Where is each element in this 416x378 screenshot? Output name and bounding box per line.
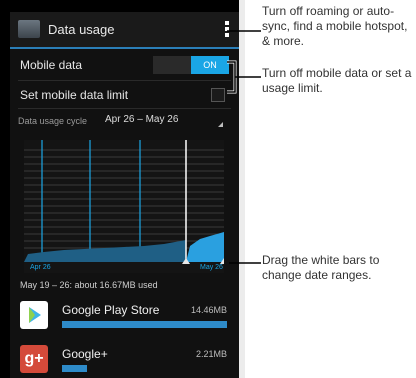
app-name: Google Play Store — [62, 303, 160, 317]
usage-chart-graphic — [24, 140, 224, 264]
settings-icon[interactable] — [18, 20, 40, 38]
phone-frame: Data usage Mobile data ON Set mobile dat… — [0, 0, 245, 378]
usage-cycle-row[interactable]: Data usage cycle Apr 26 – May 26 — [10, 110, 239, 132]
app-title: Data usage — [48, 22, 115, 37]
data-limit-checkbox[interactable] — [211, 88, 225, 102]
app-name: Google+ — [62, 347, 108, 361]
google-plus-icon: g+ — [20, 345, 48, 373]
divider — [18, 108, 231, 109]
app-row-google-plus[interactable]: g+ Google+ 2.21MB — [10, 339, 239, 378]
usage-chart[interactable]: Apr 26 May 26 — [24, 140, 224, 273]
action-bar: Data usage — [10, 12, 239, 49]
mobile-data-toggle[interactable]: ON — [153, 56, 229, 74]
callout-overflow-menu: Turn off roaming or auto-sync, find a mo… — [262, 4, 408, 48]
chart-start-label: Apr 26 — [30, 264, 51, 271]
app-row-play-store[interactable]: Google Play Store 14.46MB — [10, 295, 239, 343]
phone-screen: Data usage Mobile data ON Set mobile dat… — [10, 12, 239, 378]
callout-connectors — [227, 30, 261, 264]
mobile-data-label: Mobile data — [20, 58, 83, 72]
callout-mobile-data: Turn off mobile data or set a usage limi… — [262, 66, 412, 95]
dropdown-arrow-icon[interactable] — [218, 122, 223, 127]
data-limit-row[interactable]: Set mobile data limit — [10, 82, 239, 106]
usage-summary: May 19 – 26: about 16.67MB used — [20, 280, 158, 290]
chart-end-label: May 26 — [200, 264, 223, 271]
app-size: 2.21MB — [195, 349, 227, 359]
app-usage-bar — [62, 365, 87, 372]
play-store-icon — [20, 301, 48, 329]
usage-cycle-label: Data usage cycle — [18, 116, 88, 126]
data-limit-label: Set mobile data limit — [20, 88, 129, 102]
app-size: 14.46MB — [190, 305, 227, 315]
usage-cycle-value[interactable]: Apr 26 – May 26 — [105, 114, 178, 125]
app-usage-bar — [62, 321, 227, 328]
mobile-data-row[interactable]: Mobile data ON — [10, 53, 239, 77]
callout-date-range: Drag the white bars to change date range… — [262, 253, 380, 282]
toggle-on-label: ON — [191, 56, 229, 74]
divider — [18, 80, 231, 81]
